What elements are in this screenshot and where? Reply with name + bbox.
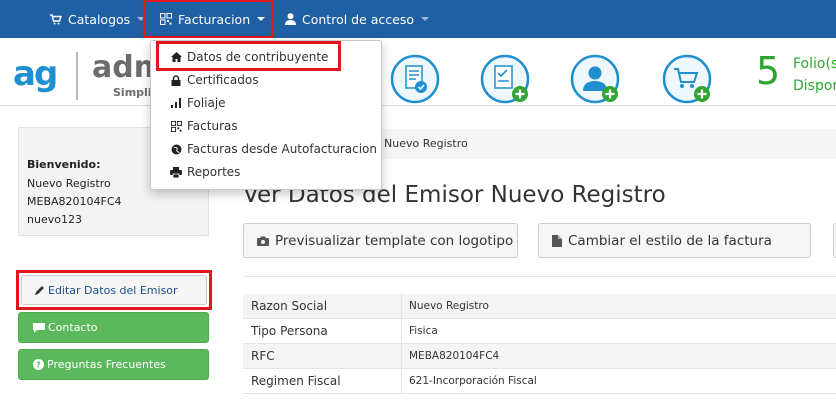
svg-text:?: ?	[36, 361, 41, 370]
add-user-icon[interactable]	[570, 54, 620, 104]
row-key: Regimen Fiscal	[251, 374, 341, 388]
table-row: Tipo Persona Fisica	[243, 319, 836, 344]
nav-facturacion[interactable]: Facturacion	[143, 0, 274, 39]
row-key: Tipo Persona	[251, 324, 328, 338]
preguntas-label: Preguntas Frecuentes	[47, 358, 166, 371]
table-row: Razon Social Nuevo Registro	[243, 294, 836, 319]
preguntas-frecuentes-button[interactable]: ? Preguntas Frecuentes	[18, 349, 209, 380]
qrcode-icon	[160, 13, 172, 25]
preview-template-button[interactable]: Previsualizar template con logotipo	[243, 223, 518, 258]
globe-icon	[169, 144, 183, 155]
folio-available-label: Dispor	[793, 78, 836, 94]
add-cart-icon[interactable]	[662, 54, 712, 104]
row-value: Fisica	[409, 325, 438, 337]
menu-item-label: Facturas	[187, 119, 238, 133]
menu-item-reportes[interactable]: Reportes	[169, 162, 240, 182]
menu-item-label: Foliaje	[187, 96, 226, 110]
cart-icon	[50, 13, 62, 25]
menu-item-facturas-autofacturacion[interactable]: Facturas desde Autofacturacion	[169, 139, 377, 159]
preview-template-label: Previsualizar template con logotipo	[275, 232, 514, 249]
logo-divider	[76, 52, 78, 100]
cambiar-estilo-label: Cambiar el estilo de la factura	[568, 232, 772, 249]
user-name: Nuevo Registro	[27, 177, 111, 190]
chevron-down-icon	[257, 17, 266, 21]
add-invoice-icon[interactable]	[480, 54, 530, 104]
menu-item-label: Certificados	[187, 73, 259, 87]
row-value: 621-Incorporación Fiscal	[409, 375, 537, 387]
menu-item-certificados[interactable]: Certificados	[169, 70, 258, 90]
menu-item-label: Datos de contribuyente	[187, 50, 329, 64]
menu-item-label: Reportes	[187, 165, 241, 179]
nav-catalogos-label: Catalogos	[68, 11, 131, 27]
cell-divider	[401, 319, 402, 344]
print-icon	[169, 166, 183, 178]
welcome-title: Bienvenido:	[27, 158, 101, 171]
document-certificate-icon[interactable]	[390, 54, 440, 104]
facturacion-dropdown-menu: Datos de contribuyente Certificados Foli…	[150, 40, 382, 190]
menu-item-foliaje[interactable]: Foliaje	[169, 93, 226, 113]
top-navbar: Catalogos Facturacion Control de acceso	[0, 0, 836, 39]
folio-label: Folio(s	[793, 56, 836, 72]
header-band: ag adm Simplif 5 Folio(s Dispor	[0, 38, 836, 106]
editar-datos-label: Editar Datos del Emisor	[48, 283, 178, 297]
lock-icon	[169, 74, 183, 86]
breadcrumb-current: Nuevo Registro	[384, 137, 468, 150]
folio-count: 5	[756, 49, 781, 93]
qrcode-icon	[169, 120, 183, 132]
nav-facturacion-label: Facturacion	[178, 11, 251, 27]
editar-datos-button[interactable]: Editar Datos del Emisor	[21, 275, 207, 305]
user-icon	[285, 13, 296, 25]
table-row: Regimen Fiscal 621-Incorporación Fiscal	[243, 369, 836, 394]
editar-highlight: Editar Datos del Emisor	[16, 270, 212, 310]
chat-icon	[33, 322, 45, 333]
camera-icon	[257, 236, 269, 246]
menu-item-label: Facturas desde Autofacturacion	[187, 142, 377, 156]
table-row: RFC MEBA820104FC4	[243, 344, 836, 369]
logo-ag: ag	[13, 54, 58, 94]
question-circle-icon: ?	[33, 359, 44, 370]
cell-divider	[401, 369, 402, 394]
nav-control-label: Control de acceso	[302, 11, 415, 27]
nav-catalogos[interactable]: Catalogos	[50, 0, 146, 38]
signal-bars-icon	[169, 98, 183, 108]
row-value: MEBA820104FC4	[409, 350, 500, 362]
contacto-label: Contacto	[48, 321, 98, 334]
divider	[243, 276, 836, 277]
cell-divider	[401, 344, 402, 369]
app-root: Catalogos Facturacion Control de acceso …	[0, 0, 836, 402]
cell-divider	[401, 294, 402, 319]
home-icon	[169, 52, 183, 62]
row-value: Nuevo Registro	[409, 300, 489, 312]
cambiar-estilo-button[interactable]: Cambiar el estilo de la factura	[538, 223, 811, 258]
row-key: RFC	[251, 349, 275, 363]
row-key: Razon Social	[251, 299, 328, 313]
chevron-down-icon	[421, 17, 430, 21]
user-rfc: MEBA820104FC4	[27, 195, 122, 208]
file-icon	[552, 234, 562, 247]
nav-control-acceso[interactable]: Control de acceso	[285, 0, 430, 38]
pencil-icon	[34, 285, 45, 296]
menu-item-datos-contribuyente[interactable]: Datos de contribuyente	[169, 47, 328, 67]
username: nuevo123	[27, 213, 82, 226]
menu-item-facturas[interactable]: Facturas	[169, 116, 238, 136]
contacto-button[interactable]: Contacto	[18, 312, 209, 343]
